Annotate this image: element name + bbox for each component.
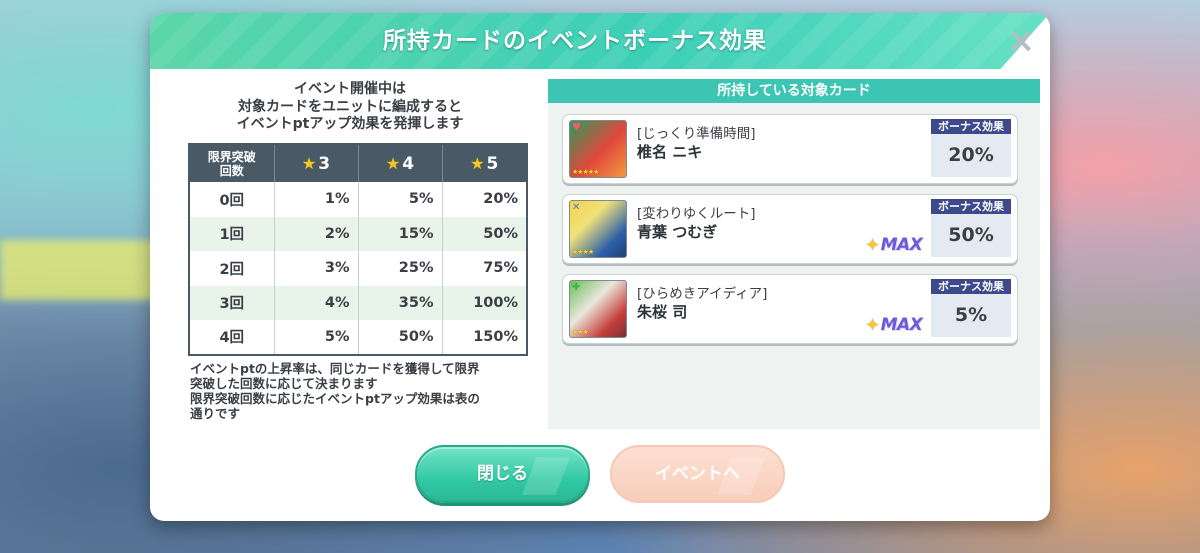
- card-thumbnail: ✚ ★★★: [569, 280, 627, 338]
- max-badge: ✦ MAX: [865, 234, 923, 256]
- intro-line: イベントptアップ効果を発揮します: [236, 116, 464, 132]
- header-rarity-5: ★ 5: [442, 144, 527, 182]
- close-icon[interactable]: ×: [1005, 24, 1037, 58]
- header-limit-break-count: 限界突破 回数: [189, 144, 275, 182]
- star-icon: ★: [301, 153, 317, 173]
- row-label: 0回: [189, 182, 275, 217]
- table-cell: 5%: [274, 320, 359, 355]
- card-thumbnail: ✕ ★★★★: [569, 200, 627, 258]
- bonus-effect-label: ボーナス効果: [931, 119, 1011, 134]
- close-button[interactable]: 閉じる: [415, 445, 590, 503]
- bonus-effect-value: 50%: [948, 224, 994, 246]
- table-row: 0回 1% 5% 20%: [189, 182, 527, 217]
- bonus-effect-box: ボーナス効果 50%: [931, 199, 1011, 257]
- rarity-stars: ★★★: [572, 328, 589, 336]
- attribute-icon: ✕: [572, 202, 581, 213]
- star-icon: ★: [470, 153, 485, 173]
- intro-line: イベント開催中は: [294, 81, 406, 97]
- background-stripe: [0, 240, 160, 300]
- dialog-title: 所持カードのイベントボーナス効果: [383, 28, 767, 54]
- table-row: 3回 4% 35% 100%: [189, 285, 527, 320]
- table-cell: 50%: [442, 216, 527, 251]
- max-badge: ✦ MAX: [865, 314, 923, 336]
- event-bonus-dialog: 所持カードのイベントボーナス効果 × イベント開催中は 対象カードをユニットに編…: [150, 13, 1050, 521]
- card-title: [変わりゆくルート]: [637, 206, 756, 222]
- owned-card-item[interactable]: ♥ ★★★★★ [じっくり準備時間] 椎名 ニキ ボーナス効果 20%: [562, 114, 1018, 184]
- row-label: 4回: [189, 320, 275, 355]
- table-row: 1回 2% 15% 50%: [189, 216, 527, 251]
- table-cell: 25%: [358, 251, 443, 286]
- table-cell: 2%: [274, 216, 359, 251]
- bonus-effect-box: ボーナス効果 5%: [931, 279, 1011, 337]
- attribute-icon: ✚: [572, 282, 581, 293]
- table-cell: 4%: [274, 285, 359, 320]
- owned-card-item[interactable]: ✕ ★★★★ [変わりゆくルート] 青葉 つむぎ ✦ MAX ボーナス効果 50%: [562, 194, 1018, 264]
- bonus-effect-label: ボーナス効果: [931, 279, 1011, 294]
- table-cell: 50%: [358, 320, 443, 355]
- table-row: 2回 3% 25% 75%: [189, 251, 527, 286]
- table-header-row: 限界突破 回数 ★ 3 ★ 4 ★ 5: [189, 144, 527, 182]
- bonus-note: イベントptの上昇率は、同じカードを獲得して限界 突破した回数に応じて決まります…: [190, 361, 480, 421]
- table-cell: 150%: [442, 320, 527, 355]
- card-thumbnail: ♥ ★★★★★: [569, 120, 627, 178]
- sparkle-icon: ✦: [865, 234, 880, 256]
- row-label: 1回: [189, 216, 275, 251]
- table-cell: 3%: [274, 251, 359, 286]
- star-icon: ★: [385, 153, 401, 173]
- rarity-stars: ★★★★: [572, 248, 594, 256]
- bonus-effect-value: 20%: [948, 144, 994, 166]
- table-cell: 35%: [358, 285, 443, 320]
- owned-cards-header: 所持している対象カード: [548, 79, 1040, 103]
- header-rarity-4: ★ 4: [358, 144, 443, 182]
- sparkle-icon: ✦: [865, 314, 880, 336]
- row-label: 2回: [189, 251, 275, 286]
- attribute-icon: ♥: [572, 122, 581, 133]
- table-cell: 1%: [274, 182, 359, 217]
- bonus-rate-table: 限界突破 回数 ★ 3 ★ 4 ★ 5 0回 1% 5% 20% 1回 2% 15% …: [188, 143, 528, 356]
- card-character-name: 青葉 つむぎ: [637, 223, 718, 241]
- card-character-name: 椎名 ニキ: [637, 143, 703, 161]
- table-cell: 75%: [442, 251, 527, 286]
- rarity-stars: ★★★★★: [572, 168, 599, 176]
- header-rarity-3: ★ 3: [274, 144, 359, 182]
- bonus-effect-box: ボーナス効果 20%: [931, 119, 1011, 177]
- owned-cards-panel: 所持している対象カード ♥ ★★★★★ [じっくり準備時間] 椎名 ニキ ボーナ…: [548, 79, 1040, 429]
- owned-card-item[interactable]: ✚ ★★★ [ひらめきアイディア] 朱桜 司 ✦ MAX ボーナス効果 5%: [562, 274, 1018, 344]
- table-cell: 20%: [442, 182, 527, 217]
- intro-text: イベント開催中は 対象カードをユニットに編成すると イベントptアップ効果を発揮…: [190, 81, 510, 134]
- table-cell: 5%: [358, 182, 443, 217]
- card-title: [ひらめきアイディア]: [637, 286, 768, 302]
- row-label: 3回: [189, 285, 275, 320]
- card-title: [じっくり準備時間]: [637, 126, 756, 142]
- table-row: 4回 5% 50% 150%: [189, 320, 527, 355]
- bonus-effect-value: 5%: [954, 304, 988, 326]
- bonus-effect-label: ボーナス効果: [931, 199, 1011, 214]
- card-character-name: 朱桜 司: [637, 303, 688, 321]
- go-to-event-button[interactable]: イベントへ: [610, 445, 785, 503]
- table-cell: 100%: [442, 285, 527, 320]
- table-cell: 15%: [358, 216, 443, 251]
- intro-line: 対象カードをユニットに編成すると: [238, 98, 462, 115]
